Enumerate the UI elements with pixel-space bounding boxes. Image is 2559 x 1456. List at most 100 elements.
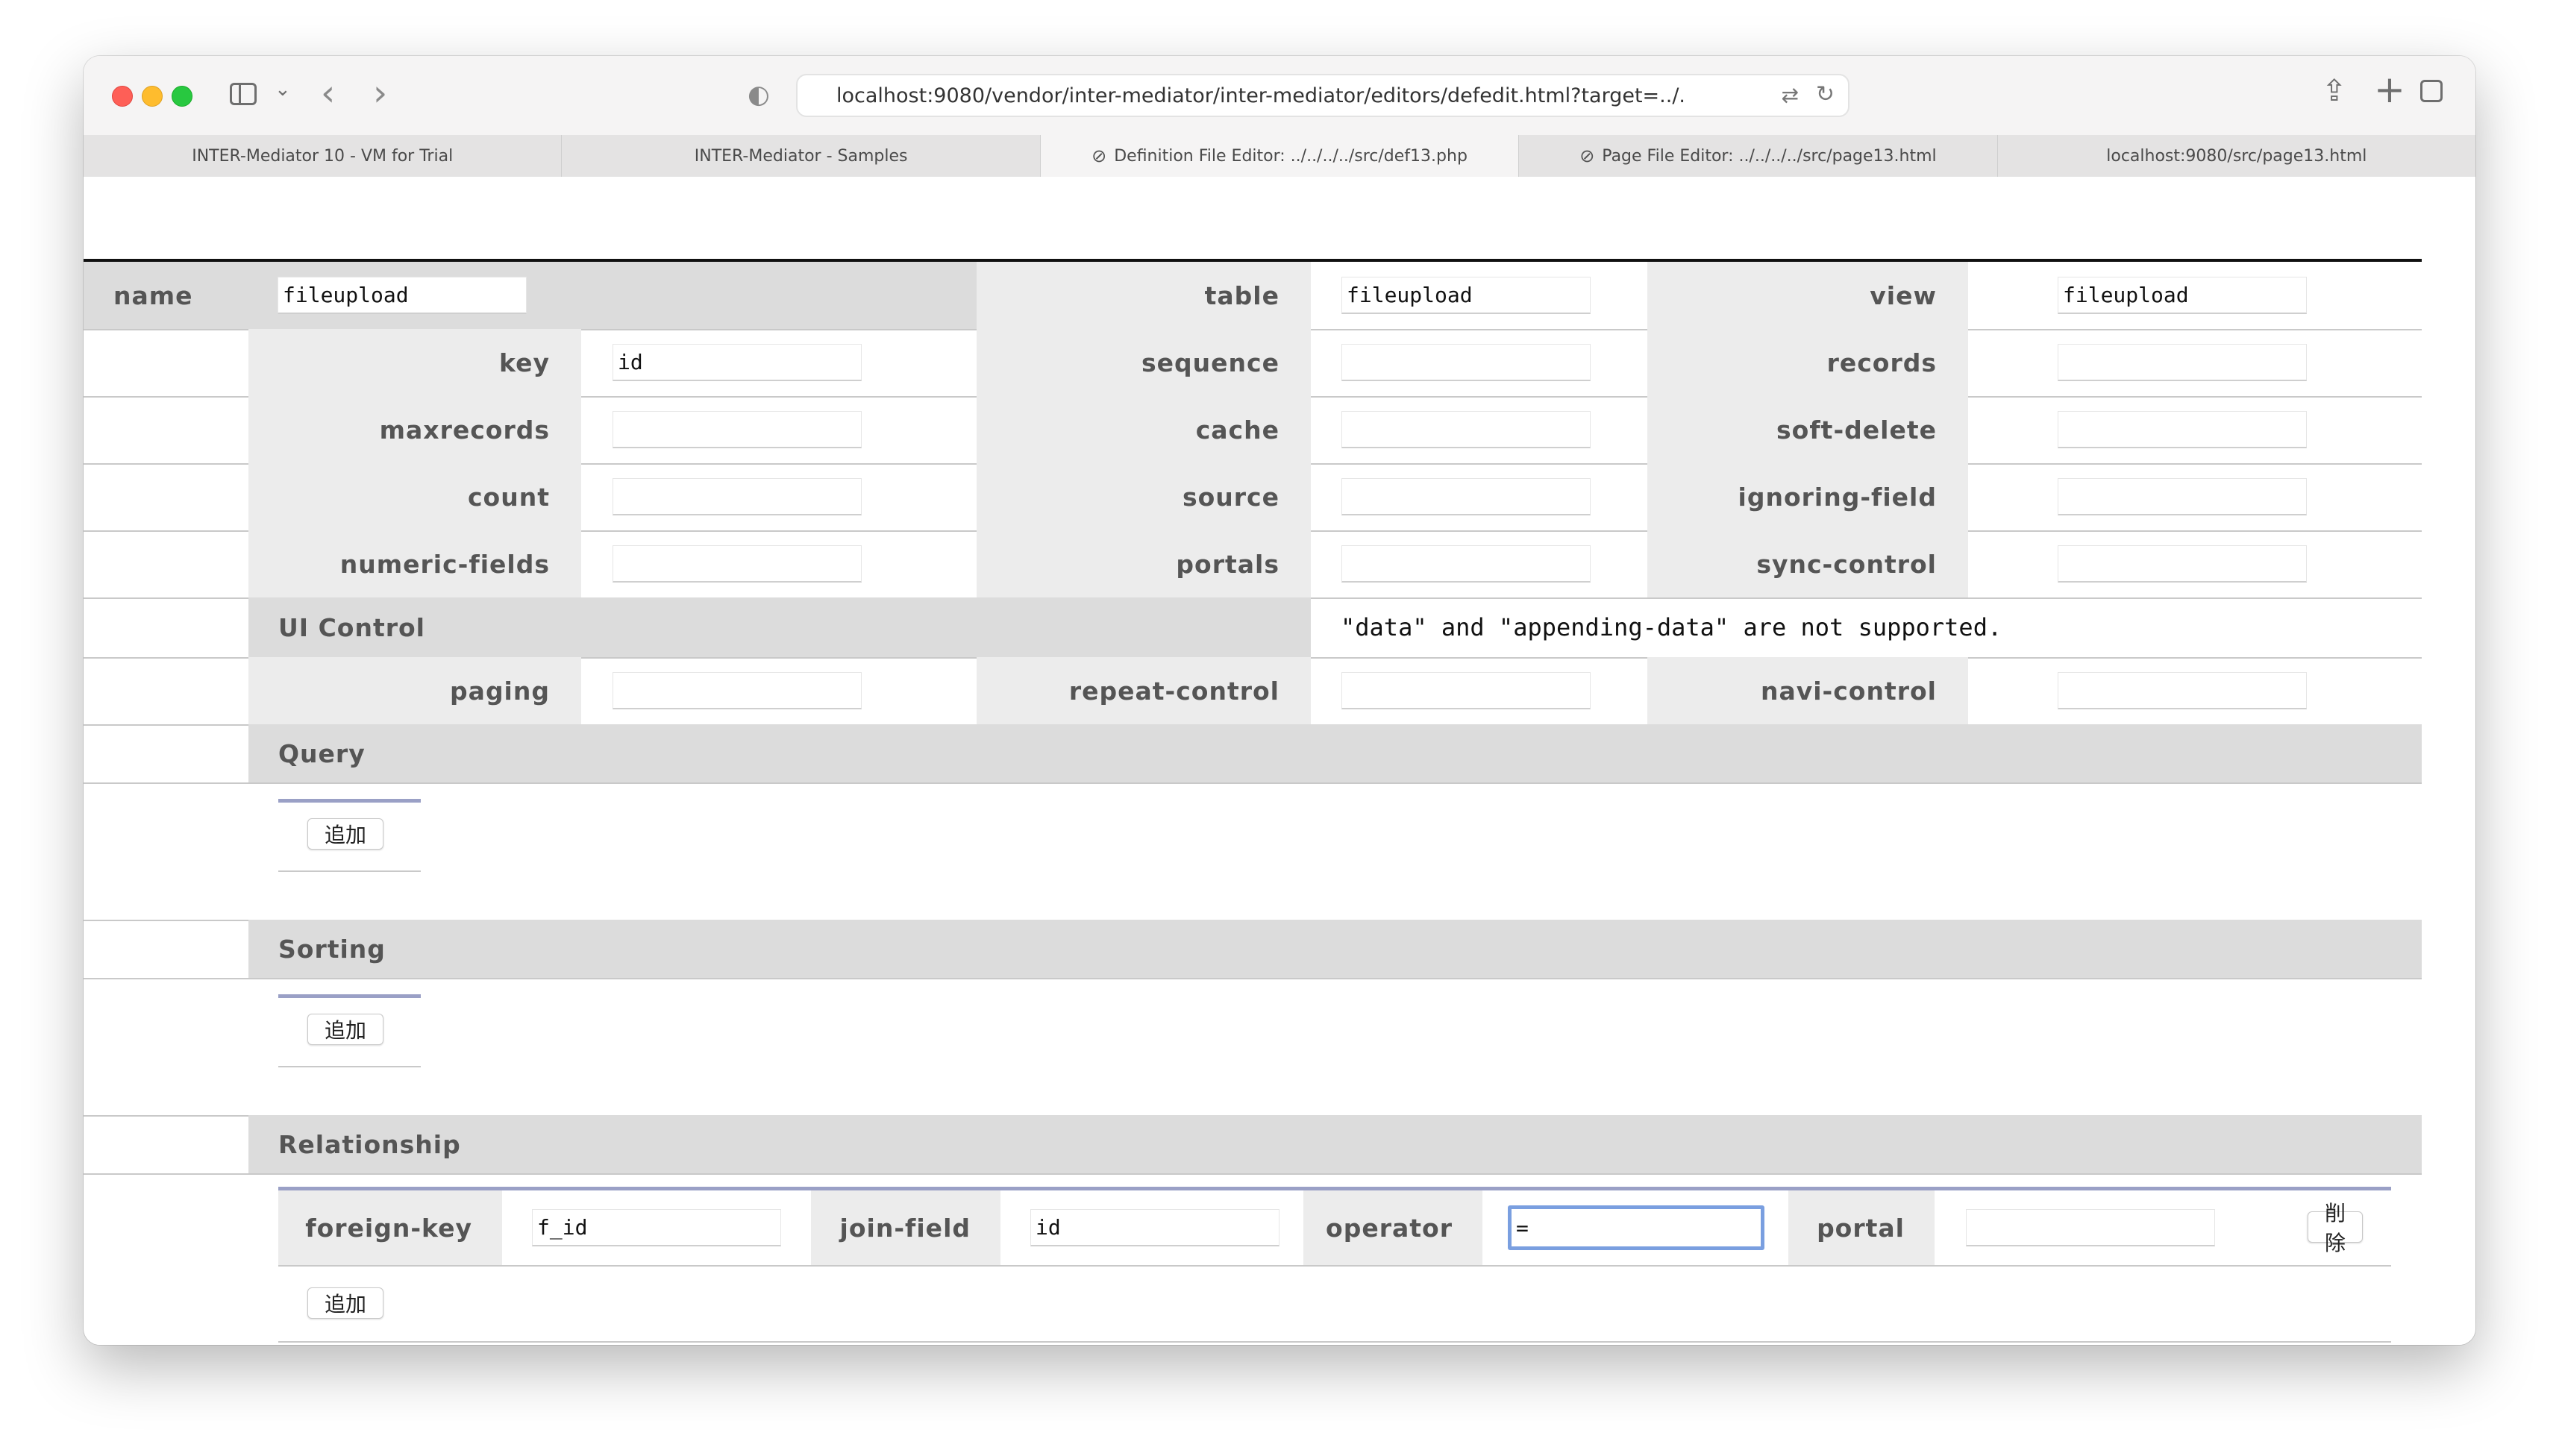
cache-input[interactable]	[1341, 411, 1591, 448]
maxrecords-label: maxrecords	[379, 415, 550, 445]
reload-icon[interactable]: ↻	[1816, 81, 1835, 107]
relationship-header-row: Relationship	[84, 1115, 2422, 1175]
records-input[interactable]	[2058, 344, 2307, 381]
table-label-cell: table	[977, 262, 1311, 329]
foreign-key-label-cell: foreign-key	[278, 1190, 502, 1265]
paging-input[interactable]	[613, 672, 862, 709]
foreign-key-input[interactable]	[532, 1209, 781, 1246]
join-field-input[interactable]	[1030, 1209, 1280, 1246]
name-label: name	[113, 280, 193, 310]
repeat-label-cell: repeat-control	[977, 657, 1311, 724]
sequence-input[interactable]	[1341, 344, 1591, 381]
join-field-label-cell: join-field	[811, 1190, 1000, 1265]
softdelete-input[interactable]	[2058, 411, 2307, 448]
portals-label: portals	[1176, 549, 1280, 579]
tab-label: Definition File Editor: ../../../../src/…	[1114, 146, 1468, 166]
sidebar-icon[interactable]	[230, 83, 257, 105]
operator-input[interactable]	[1508, 1205, 1764, 1250]
ui-control-header-row: UI Control "data" and "appending-data" a…	[84, 597, 2422, 659]
view-label-cell: view	[1647, 262, 1968, 329]
key-label-cell: key	[248, 329, 581, 396]
paging-label: paging	[450, 676, 550, 706]
relationship-header: Relationship	[278, 1129, 461, 1159]
sorting-add-button[interactable]: 追加	[307, 1014, 384, 1045]
tab-page13[interactable]: localhost:9080/src/page13.html	[1998, 135, 2475, 177]
navi-input[interactable]	[2058, 672, 2307, 709]
source-label: source	[1182, 482, 1280, 512]
key-label: key	[499, 348, 550, 377]
ui-control-header: UI Control	[278, 612, 425, 642]
tab-intermediator-vm[interactable]: INTER-Mediator 10 - VM for Trial	[84, 135, 563, 177]
foreign-key-label: foreign-key	[305, 1213, 472, 1243]
close-window-button[interactable]	[112, 86, 133, 107]
sorting-header: Sorting	[278, 934, 386, 964]
relationship-item: foreign-key join-field operator portal 削…	[278, 1190, 2391, 1267]
sync-label: sync-control	[1756, 549, 1937, 579]
portal-input[interactable]	[1966, 1209, 2215, 1246]
relationship-header-cell: Relationship	[248, 1115, 2422, 1173]
softdelete-label-cell: soft-delete	[1647, 396, 1968, 463]
sorting-list-top-border	[278, 994, 421, 998]
records-label: records	[1826, 348, 1937, 377]
table-label: table	[1204, 280, 1280, 310]
key-input[interactable]	[613, 344, 862, 381]
sync-label-cell: sync-control	[1647, 530, 1968, 597]
tab-page-file-editor[interactable]: ⊘ Page File Editor: ../../../../src/page…	[1519, 135, 1998, 177]
context-row-count: count source ignoring-field	[84, 463, 2422, 532]
operator-label: operator	[1326, 1213, 1453, 1243]
source-input[interactable]	[1341, 478, 1591, 515]
numeric-input[interactable]	[613, 545, 862, 583]
ui-control-header-cell: UI Control	[248, 597, 1311, 657]
forward-icon[interactable]: ›	[373, 72, 387, 114]
portals-input[interactable]	[1341, 545, 1591, 583]
address-bar[interactable]: localhost:9080/vendor/inter-mediator/int…	[796, 74, 1849, 117]
records-label-cell: records	[1647, 329, 1968, 396]
view-input[interactable]	[2058, 277, 2307, 314]
back-icon[interactable]: ‹	[321, 72, 335, 114]
cache-label: cache	[1195, 415, 1280, 445]
relationship-delete-button[interactable]: 削除	[2307, 1201, 2363, 1255]
compass-icon: ⊘	[1091, 145, 1107, 166]
translate-icon[interactable]: ⇄	[1782, 83, 1799, 107]
relationship-add-button[interactable]: 追加	[307, 1287, 384, 1319]
cache-label-cell: cache	[977, 396, 1311, 463]
count-input[interactable]	[613, 478, 862, 515]
count-label-cell: count	[248, 463, 581, 530]
context-row-key: key sequence records	[84, 329, 2422, 398]
zoom-window-button[interactable]	[172, 86, 192, 107]
context-row-numeric: numeric-fields portals sync-control	[84, 530, 2422, 599]
sequence-label-cell: sequence	[977, 329, 1311, 396]
repeat-input[interactable]	[1341, 672, 1591, 709]
query-add-button[interactable]: 追加	[307, 818, 384, 850]
url-text[interactable]: localhost:9080/vendor/inter-mediator/int…	[836, 84, 1687, 107]
maxrecords-input[interactable]	[613, 411, 862, 448]
table-input[interactable]	[1341, 277, 1591, 314]
ignoring-label: ignoring-field	[1738, 482, 1937, 512]
new-tab-icon[interactable]: +	[2374, 68, 2405, 111]
count-label: count	[468, 482, 550, 512]
page-content: name table view key sequence records	[84, 177, 2475, 1345]
ignoring-input[interactable]	[2058, 478, 2307, 515]
privacy-shield-icon[interactable]: ◐	[748, 80, 770, 110]
query-header: Query	[278, 738, 366, 768]
query-list-top-border	[278, 799, 421, 803]
chevron-down-icon[interactable]: ⌄	[275, 78, 291, 101]
tab-bar: INTER-Mediator 10 - VM for Trial INTER-M…	[84, 135, 2475, 178]
tab-intermediator-samples[interactable]: INTER-Mediator - Samples	[562, 135, 1041, 177]
tab-overview-icon[interactable]	[2420, 80, 2443, 102]
relationship-list-bottom-border	[278, 1341, 2391, 1343]
tab-definition-file-editor[interactable]: ⊘ Definition File Editor: ../../../../sr…	[1040, 135, 1520, 177]
share-icon[interactable]: ⇪	[2322, 74, 2347, 108]
softdelete-label: soft-delete	[1776, 415, 1937, 445]
tab-label: INTER-Mediator 10 - VM for Trial	[192, 146, 454, 166]
browser-toolbar: ⌄ ‹ › ◐ localhost:9080/vendor/inter-medi…	[84, 56, 2475, 136]
sorting-list-bottom-border	[278, 1066, 421, 1067]
numeric-label-cell: numeric-fields	[248, 530, 581, 597]
minimize-window-button[interactable]	[142, 86, 163, 107]
context-row-name: name table view	[84, 262, 2422, 330]
sync-input[interactable]	[2058, 545, 2307, 583]
name-input[interactable]	[278, 277, 527, 314]
navi-label-cell: navi-control	[1647, 657, 1968, 724]
sorting-body-row: 追加	[84, 978, 2422, 1117]
navi-label: navi-control	[1760, 676, 1937, 706]
